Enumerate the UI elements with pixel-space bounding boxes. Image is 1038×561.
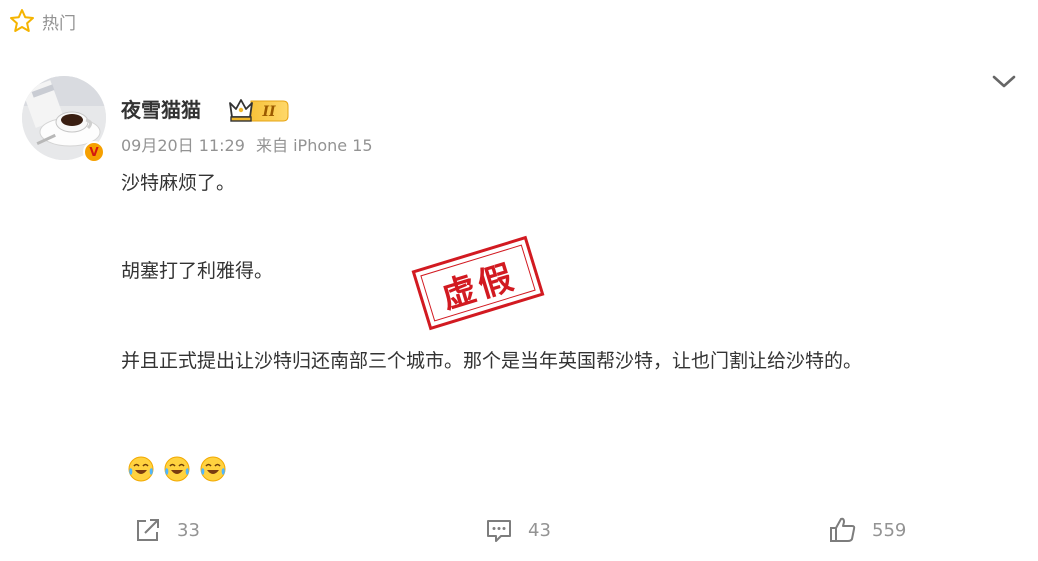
comment-count: 43 (528, 519, 551, 541)
hot-tag[interactable]: 热门 (8, 8, 76, 34)
post-content: 沙特麻烦了。 胡塞打了利雅得。 并且正式提出让沙特归还南部三个城市。那个是当年英… (121, 168, 991, 379)
laugh-cry-emoji-icon (200, 456, 226, 482)
comment-icon (487, 520, 511, 542)
post-meta: 09月20日 11:29 来自 iPhone 15 (121, 132, 379, 156)
post-paragraph: 并且正式提出让沙特归还南部三个城市。那个是当年英国帮沙特，让也门割让给沙特的。 (121, 350, 863, 372)
hot-label: 热门 (42, 13, 76, 34)
post-paragraph: 胡塞打了利雅得。 (121, 260, 274, 282)
post-paragraph: 沙特麻烦了。 (121, 172, 236, 194)
avatar[interactable]: V (22, 76, 106, 163)
share-button[interactable]: 33 (133, 514, 200, 546)
like-count: 559 (872, 519, 907, 541)
username[interactable]: 夜雪猫猫 (121, 94, 201, 123)
post-source: 来自 iPhone 15 (256, 136, 373, 155)
svg-text:II: II (261, 104, 276, 120)
post-date[interactable]: 09月20日 11:29 (121, 136, 245, 155)
share-icon (137, 519, 159, 541)
star-icon (10, 9, 34, 32)
crown-level-icon[interactable]: II (227, 95, 291, 123)
like-button[interactable]: 559 (828, 514, 906, 546)
thumbs-up-icon (830, 517, 856, 542)
emoji-row (127, 455, 235, 483)
laugh-cry-emoji-icon (164, 456, 190, 482)
laugh-cry-emoji-icon (128, 456, 154, 482)
verified-badge: V (83, 141, 105, 163)
share-count: 33 (177, 519, 200, 541)
chevron-down-icon[interactable] (990, 70, 1018, 94)
comment-button[interactable]: 43 (484, 514, 551, 546)
